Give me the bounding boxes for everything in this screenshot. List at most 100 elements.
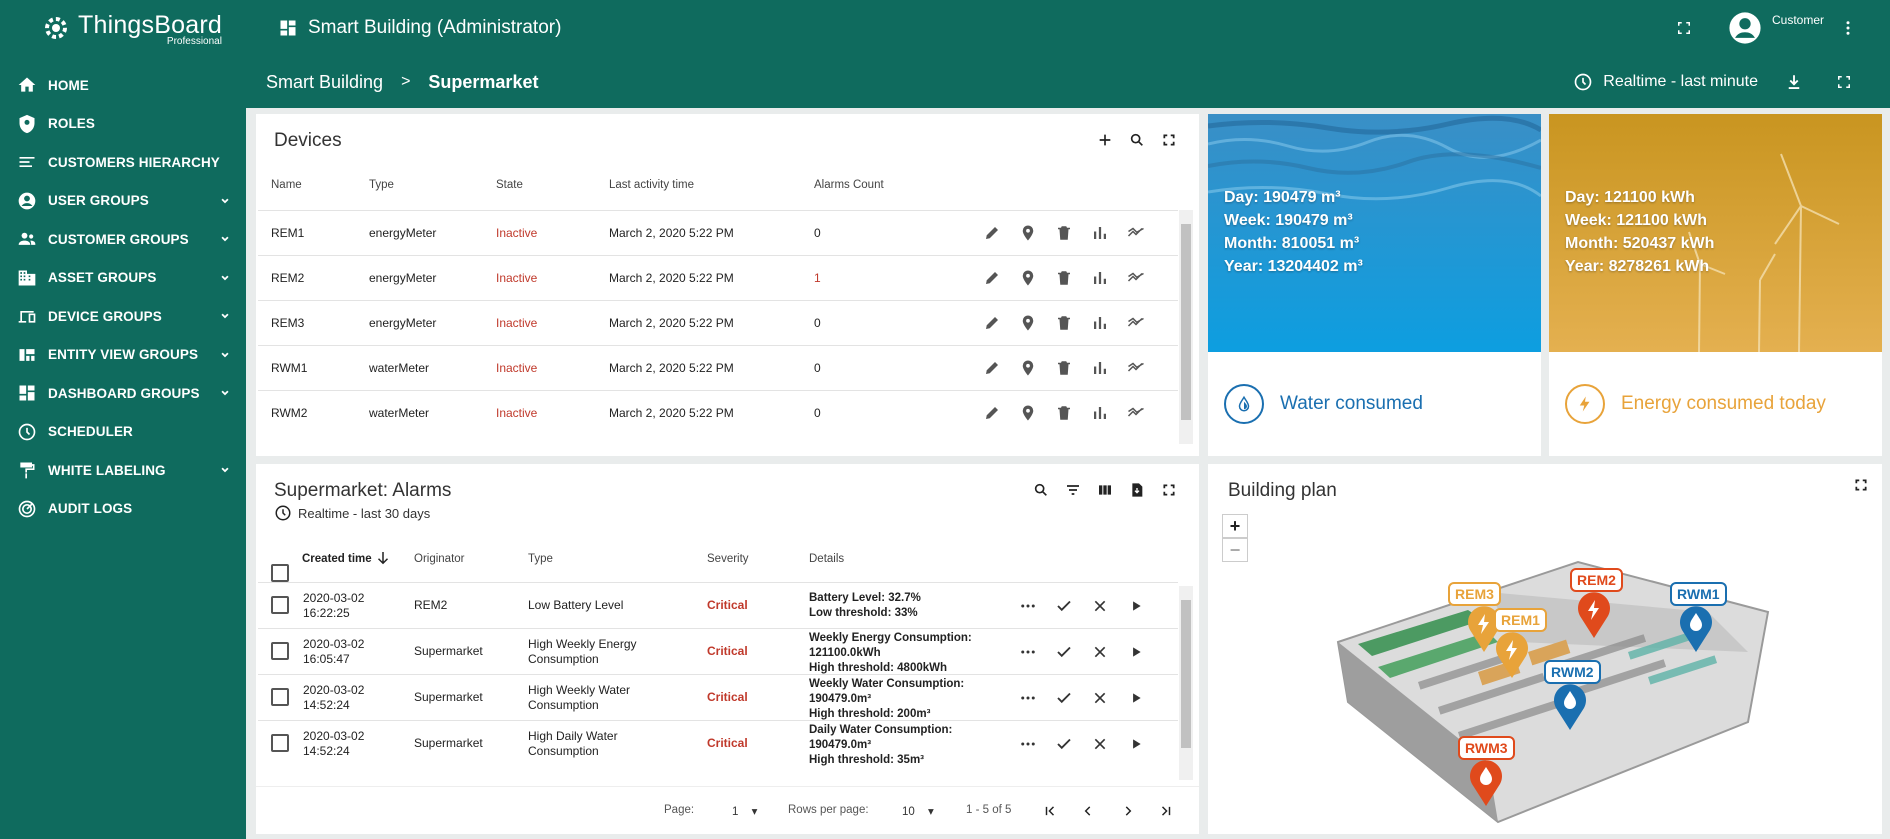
- sidebar-item-device-groups[interactable]: DEVICE GROUPS: [0, 297, 246, 336]
- plan-fullscreen-button[interactable]: [1854, 478, 1868, 497]
- acknowledge-check-icon[interactable]: [1046, 732, 1082, 756]
- rows-per-page-select[interactable]: 10 ▾: [902, 804, 934, 818]
- user-menu[interactable]: Customer: [1728, 11, 1824, 45]
- add-device-button[interactable]: [1089, 126, 1121, 154]
- table-row[interactable]: 2020-03-02 14:52:24 Supermarket High Weekly…: [258, 674, 1178, 720]
- column-name[interactable]: Name: [271, 179, 302, 191]
- first-page-button[interactable]: [1036, 799, 1064, 823]
- location-pin-icon[interactable]: [1010, 221, 1046, 245]
- column-type[interactable]: Type: [369, 179, 394, 191]
- breadcrumb-parent[interactable]: Smart Building: [266, 72, 383, 93]
- edit-icon[interactable]: [974, 311, 1010, 335]
- columns-button[interactable]: [1089, 476, 1121, 504]
- sidebar-item-scheduler[interactable]: SCHEDULER: [0, 413, 246, 452]
- acknowledge-check-icon[interactable]: [1046, 594, 1082, 618]
- alarms-scrollbar[interactable]: [1179, 586, 1193, 780]
- bar-chart-icon[interactable]: [1082, 356, 1118, 380]
- row-checkbox[interactable]: [271, 596, 289, 618]
- location-pin-icon[interactable]: [1010, 356, 1046, 380]
- row-checkbox[interactable]: [271, 688, 289, 710]
- devices-scrollbar[interactable]: [1179, 210, 1193, 444]
- export-alarms-button[interactable]: [1121, 476, 1153, 504]
- table-row[interactable]: 2020-03-02 16:22:25 REM2 Low Battery Level C…: [258, 582, 1178, 628]
- prev-page-button[interactable]: [1074, 799, 1102, 823]
- column-created-time[interactable]: Created time: [302, 553, 372, 565]
- more-menu-button[interactable]: [1834, 14, 1862, 42]
- sidebar-item-roles[interactable]: ROLES: [0, 105, 246, 144]
- edit-icon[interactable]: [974, 221, 1010, 245]
- details-play-icon[interactable]: [1118, 732, 1154, 756]
- location-pin-icon[interactable]: [1010, 311, 1046, 335]
- alarms-fullscreen-button[interactable]: [1153, 476, 1185, 504]
- clear-close-icon[interactable]: [1082, 732, 1118, 756]
- sidebar-item-dashboard-groups[interactable]: DASHBOARD GROUPS: [0, 374, 246, 413]
- column-type[interactable]: Type: [528, 553, 553, 565]
- edit-icon[interactable]: [974, 401, 1010, 425]
- details-play-icon[interactable]: [1118, 686, 1154, 710]
- sidebar-item-asset-groups[interactable]: ASSET GROUPS: [0, 259, 246, 298]
- bar-chart-icon[interactable]: [1082, 266, 1118, 290]
- sidebar-item-audit-logs[interactable]: AUDIT LOGS: [0, 490, 246, 529]
- clear-close-icon[interactable]: [1082, 594, 1118, 618]
- table-row[interactable]: REM1 energyMeter Inactive March 2, 2020 5:2…: [258, 210, 1178, 255]
- table-row[interactable]: REM3 energyMeter Inactive March 2, 2020 5:2…: [258, 300, 1178, 345]
- more-horiz-icon[interactable]: [1010, 686, 1046, 710]
- export-button[interactable]: [1776, 64, 1812, 100]
- sidebar-item-white-labeling[interactable]: WHITE LABELING: [0, 451, 246, 490]
- scrollbar-thumb[interactable]: [1181, 224, 1191, 420]
- table-row[interactable]: 2020-03-02 16:05:47 Supermarket High Weekly…: [258, 628, 1178, 674]
- details-play-icon[interactable]: [1118, 640, 1154, 664]
- table-row[interactable]: 2020-03-02 14:52:24 Supermarket High Daily …: [258, 720, 1178, 766]
- column-state[interactable]: State: [496, 179, 523, 191]
- sort-arrow-down-icon[interactable]: [374, 549, 392, 570]
- more-horiz-icon[interactable]: [1010, 640, 1046, 664]
- alarm-search-button[interactable]: [1025, 476, 1057, 504]
- sidebar-item-home[interactable]: HOME: [0, 66, 246, 105]
- acknowledge-check-icon[interactable]: [1046, 640, 1082, 664]
- sidebar-item-user-groups[interactable]: USER GROUPS: [0, 182, 246, 221]
- details-play-icon[interactable]: [1118, 594, 1154, 618]
- row-checkbox[interactable]: [271, 734, 289, 756]
- edit-icon[interactable]: [974, 266, 1010, 290]
- table-row[interactable]: RWM1 waterMeter Inactive March 2, 2020 5:22…: [258, 345, 1178, 390]
- delete-icon[interactable]: [1046, 356, 1082, 380]
- clear-close-icon[interactable]: [1082, 640, 1118, 664]
- table-row[interactable]: REM2 energyMeter Inactive March 2, 2020 5:2…: [258, 255, 1178, 300]
- table-row[interactable]: RWM2 waterMeter Inactive March 2, 2020 5:22…: [258, 390, 1178, 435]
- sidebar-item-customer-groups[interactable]: CUSTOMER GROUPS: [0, 220, 246, 259]
- more-horiz-icon[interactable]: [1010, 594, 1046, 618]
- delete-icon[interactable]: [1046, 401, 1082, 425]
- search-button[interactable]: [1121, 126, 1153, 154]
- row-checkbox[interactable]: [271, 642, 289, 664]
- fullscreen-button[interactable]: [1670, 14, 1698, 42]
- location-pin-icon[interactable]: [1010, 401, 1046, 425]
- delete-icon[interactable]: [1046, 311, 1082, 335]
- bar-chart-icon[interactable]: [1082, 311, 1118, 335]
- dashboard-fullscreen-button[interactable]: [1826, 64, 1862, 100]
- trending-icon[interactable]: [1118, 266, 1154, 290]
- page-select[interactable]: 1 ▾: [732, 804, 757, 818]
- acknowledge-check-icon[interactable]: [1046, 686, 1082, 710]
- last-page-button[interactable]: [1152, 799, 1180, 823]
- alarms-timewindow[interactable]: Realtime - last 30 days: [274, 504, 430, 522]
- more-horiz-icon[interactable]: [1010, 732, 1046, 756]
- zoom-in-button[interactable]: +: [1222, 514, 1248, 538]
- filter-button[interactable]: [1057, 476, 1089, 504]
- trending-icon[interactable]: [1118, 221, 1154, 245]
- clear-close-icon[interactable]: [1082, 686, 1118, 710]
- scrollbar-thumb[interactable]: [1181, 600, 1191, 748]
- sidebar-item-customers-hierarchy[interactable]: CUSTOMERS HIERARCHY: [0, 143, 246, 182]
- sidebar-item-entity-view-groups[interactable]: ENTITY VIEW GROUPS: [0, 336, 246, 375]
- location-pin-icon[interactable]: [1010, 266, 1046, 290]
- column-severity[interactable]: Severity: [707, 553, 749, 565]
- delete-icon[interactable]: [1046, 266, 1082, 290]
- column-originator[interactable]: Originator: [414, 553, 465, 565]
- column-details[interactable]: Details: [809, 553, 844, 565]
- timewindow-button[interactable]: Realtime - last minute: [1573, 72, 1758, 92]
- bar-chart-icon[interactable]: [1082, 221, 1118, 245]
- column-alarms-count[interactable]: Alarms Count: [814, 179, 884, 191]
- edit-icon[interactable]: [974, 356, 1010, 380]
- delete-icon[interactable]: [1046, 221, 1082, 245]
- trending-icon[interactable]: [1118, 311, 1154, 335]
- zoom-out-button[interactable]: −: [1222, 538, 1248, 562]
